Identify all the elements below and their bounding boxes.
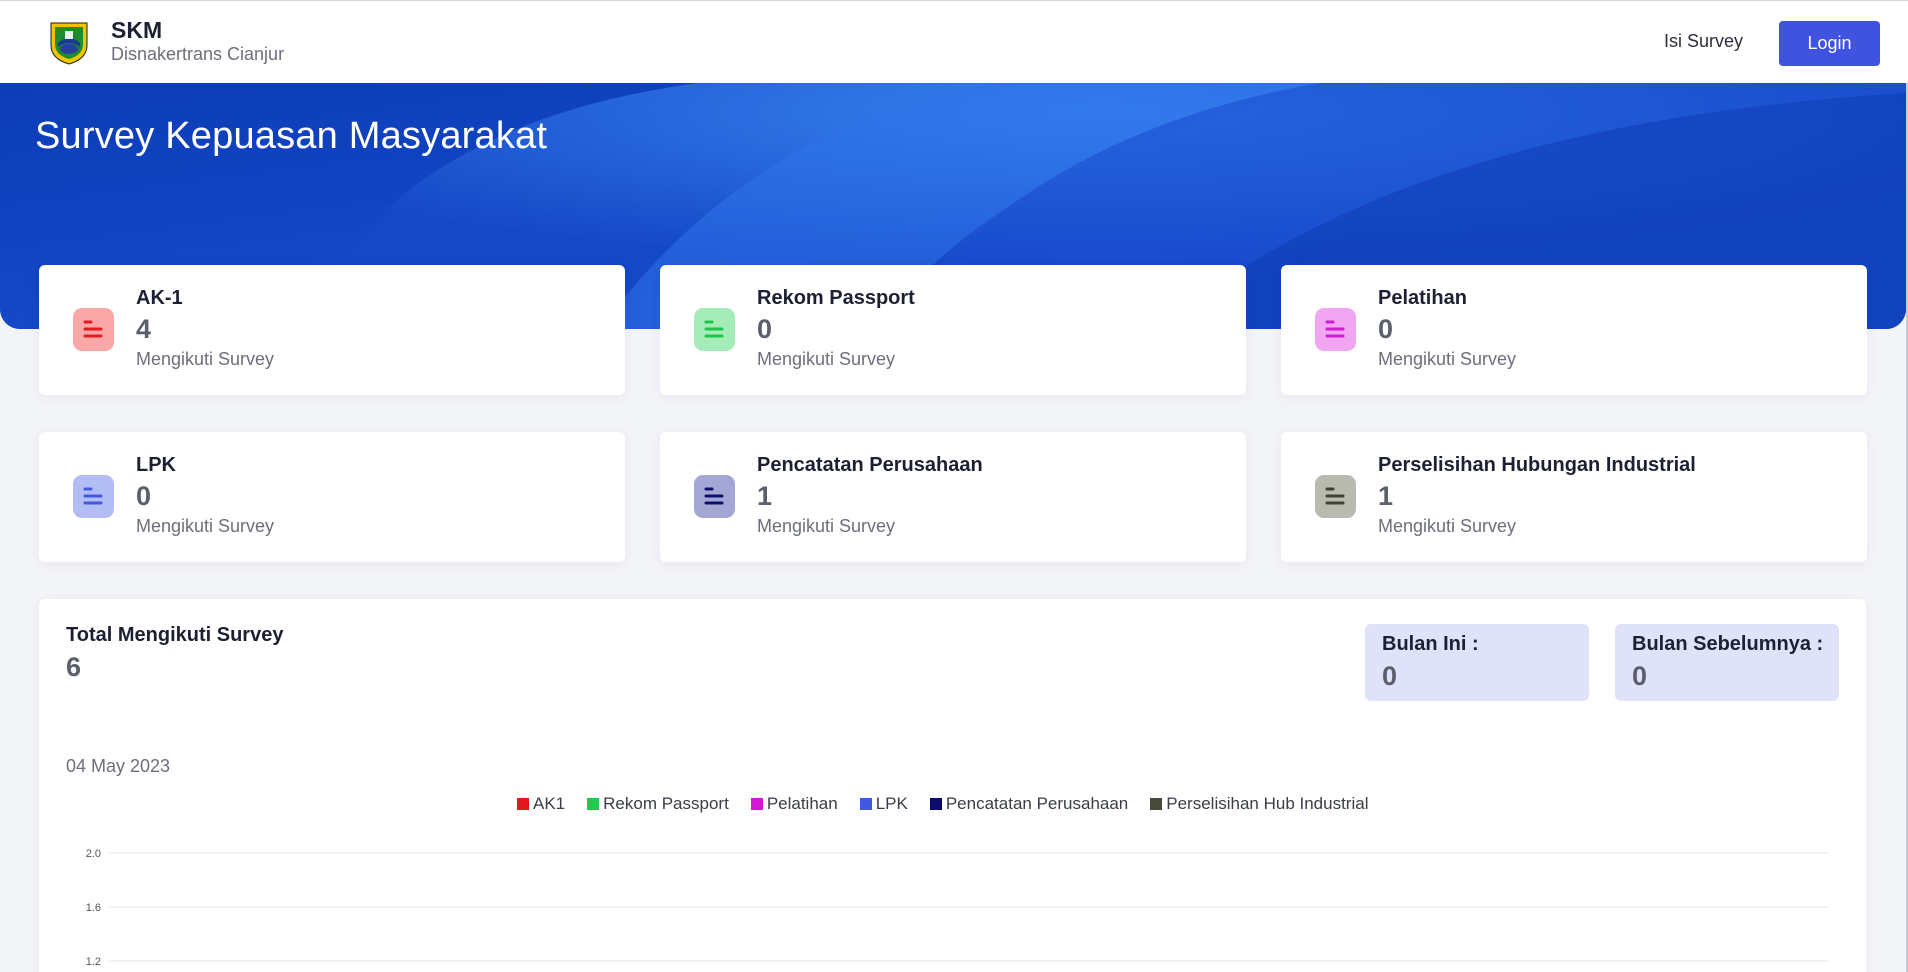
brand-title: SKM [111, 17, 163, 43]
prev-month-value: 0 [1632, 661, 1648, 691]
hero-title: Survey Kepuasan Masyarakat [35, 115, 548, 157]
card-title: Pelatihan [1378, 287, 1467, 309]
card-count: 0 [1378, 314, 1394, 344]
card-title: LPK [136, 454, 176, 476]
card-title: AK-1 [136, 287, 183, 309]
chart-date: 04 May 2023 [66, 756, 171, 776]
legend-item-ak1[interactable]: AK1 [517, 794, 565, 814]
card-subtitle: Mengikuti Survey [136, 349, 275, 369]
prev-month-label: Bulan Sebelumnya : [1632, 633, 1824, 655]
card-title: Pencatatan Perusahaan [757, 454, 983, 476]
legend-item-pelatihan[interactable]: Pelatihan [750, 794, 838, 814]
card-subtitle: Mengikuti Survey [757, 516, 896, 536]
document-icon [694, 308, 735, 351]
legend-label: Perselisihan Hub Industrial [1166, 794, 1369, 813]
document-icon [1315, 308, 1356, 351]
card-subtitle: Mengikuti Survey [136, 516, 275, 536]
legend-swatch [859, 798, 872, 810]
legend-label: LPK [875, 794, 908, 813]
y-tick-label: 2.0 [86, 848, 101, 860]
isi-survey-link[interactable]: Isi Survey [1664, 31, 1743, 52]
legend-label: AK1 [533, 794, 566, 813]
card-count: 0 [136, 481, 152, 511]
total-value: 6 [66, 652, 82, 682]
card-subtitle: Mengikuti Survey [1378, 516, 1517, 536]
legend-swatch [929, 798, 942, 810]
total-label: Total Mengikuti Survey [66, 624, 284, 646]
y-tick-label: 1.2 [86, 956, 101, 968]
legend-item-pencatatan-perusahaan[interactable]: Pencatatan Perusahaan [929, 794, 1129, 814]
brand-subtitle: Disnakertrans Cianjur [111, 44, 285, 64]
stat-card-lpk[interactable]: LPK 0 Mengikuti Survey [39, 432, 625, 562]
card-count: 0 [757, 314, 773, 344]
stat-card-ak1[interactable]: AK-1 4 Mengikuti Survey [39, 265, 625, 395]
legend-label: Pelatihan [766, 794, 838, 813]
survey-chart: 2.0 1.6 1.2 [86, 848, 1829, 968]
card-count: 1 [757, 481, 773, 511]
legend-item-perselisihan[interactable]: Perselisihan Hub Industrial [1150, 794, 1368, 814]
this-month-value: 0 [1382, 661, 1398, 691]
stat-card-pencatatan-perusahaan[interactable]: Pencatatan Perusahaan 1 Mengikuti Survey [660, 432, 1246, 562]
top-navbar: SKM Disnakertrans Cianjur Isi Survey Log… [0, 0, 1908, 83]
stat-card-pelatihan[interactable]: Pelatihan 0 Mengikuti Survey [1281, 265, 1867, 395]
document-icon [73, 308, 114, 351]
prev-month-box: Bulan Sebelumnya : 0 [1615, 624, 1839, 701]
y-tick-label: 1.6 [86, 902, 101, 914]
document-icon [73, 475, 114, 518]
card-subtitle: Mengikuti Survey [1378, 349, 1517, 369]
legend-label: Rekom Passport [603, 794, 729, 813]
chart-legend: AK1 Rekom Passport Pelatihan LPK Pencata… [517, 794, 1390, 814]
legend-swatch [1150, 798, 1163, 810]
legend-swatch [587, 798, 600, 810]
card-count: 1 [1378, 481, 1394, 511]
legend-swatch [517, 798, 529, 810]
legend-swatch [750, 798, 763, 810]
legend-label: Pencatatan Perusahaan [945, 794, 1129, 813]
this-month-label: Bulan Ini : [1382, 633, 1479, 655]
this-month-box: Bulan Ini : 0 [1365, 624, 1589, 701]
legend-item-rekom-passport[interactable]: Rekom Passport [587, 794, 729, 814]
stat-card-perselisihan[interactable]: Perselisihan Hubungan Industrial 1 Mengi… [1281, 432, 1867, 562]
card-title: Rekom Passport [757, 287, 915, 309]
card-count: 4 [136, 314, 152, 344]
card-subtitle: Mengikuti Survey [757, 349, 896, 369]
document-icon [1315, 475, 1356, 518]
legend-item-lpk[interactable]: LPK [859, 794, 908, 814]
login-button[interactable]: Login [1779, 21, 1880, 66]
document-icon [694, 475, 735, 518]
cianjur-logo [48, 19, 90, 65]
survey-summary-panel: Total Mengikuti Survey 6 Bulan Ini : 0 B… [39, 599, 1866, 972]
stat-card-rekom-passport[interactable]: Rekom Passport 0 Mengikuti Survey [660, 265, 1246, 395]
card-title: Perselisihan Hubungan Industrial [1378, 454, 1696, 476]
